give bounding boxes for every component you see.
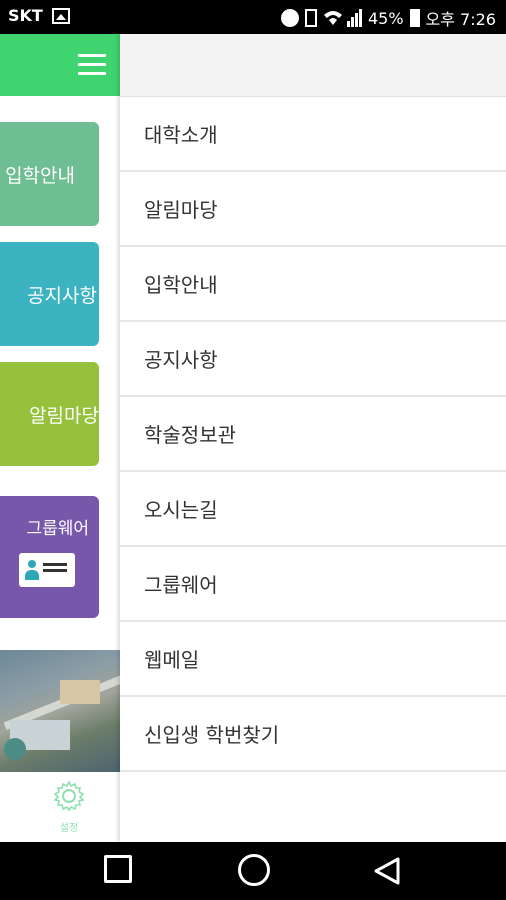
drawer-item-student-id[interactable]: 신입생 학번찾기: [120, 697, 506, 772]
campus-photo[interactable]: [0, 650, 120, 772]
drawer-header: [120, 34, 506, 97]
settings-button[interactable]: 설정: [44, 779, 94, 839]
left-panel: 입학안내 공지사항 알림마당 그룹웨어 설정: [0, 34, 120, 842]
battery-percent: 45%: [367, 8, 404, 28]
tile-label: 알림마당: [29, 404, 99, 427]
back-icon[interactable]: [372, 856, 402, 886]
status-icons: 45% 오후 7:26: [280, 6, 496, 30]
app-header: [0, 34, 120, 96]
clock: 오후 7:26: [425, 10, 496, 29]
tile-admission[interactable]: 입학안내: [0, 122, 99, 226]
bluetooth-icon: [280, 9, 299, 27]
system-nav-bar: [0, 842, 506, 900]
drawer-item-groupware[interactable]: 그룹웨어: [120, 547, 506, 622]
tile-groupware[interactable]: 그룹웨어: [0, 496, 99, 618]
drawer-item-webmail[interactable]: 웹메일: [120, 622, 506, 697]
drawer-item-news[interactable]: 알림마당: [120, 172, 506, 247]
image-notification-icon: [52, 8, 70, 24]
tile-label: 그룹웨어: [26, 519, 89, 539]
drawer-item-about[interactable]: 대학소개: [120, 97, 506, 172]
drawer-item-notice[interactable]: 공지사항: [120, 322, 506, 397]
recent-apps-icon[interactable]: [104, 855, 132, 883]
settings-label: 설정: [59, 823, 79, 834]
tile-news[interactable]: 알림마당: [0, 362, 99, 466]
drawer-item-directions[interactable]: 오시는길: [120, 472, 506, 547]
status-bar: SKT 45% 오후 7:26: [0, 0, 506, 34]
id-card-icon: [19, 553, 75, 587]
drawer-item-library[interactable]: 학술정보관: [120, 397, 506, 472]
signal-icon: [346, 9, 362, 27]
wifi-icon: [323, 9, 342, 27]
battery-icon: [409, 9, 420, 27]
drawer-item-admission[interactable]: 입학안내: [120, 247, 506, 322]
carrier-label: SKT: [8, 6, 43, 25]
tile-label: 공지사항: [27, 284, 97, 307]
menu-icon[interactable]: [78, 54, 106, 76]
tile-label: 입학안내: [5, 164, 75, 187]
gear-icon: [53, 780, 85, 812]
vibrate-icon: [304, 9, 317, 27]
tile-notice[interactable]: 공지사항: [0, 242, 99, 346]
navigation-drawer: 대학소개 알림마당 입학안내 공지사항 학술정보관 오시는길 그룹웨어 웹메일 …: [120, 34, 506, 842]
home-icon[interactable]: [238, 854, 270, 886]
